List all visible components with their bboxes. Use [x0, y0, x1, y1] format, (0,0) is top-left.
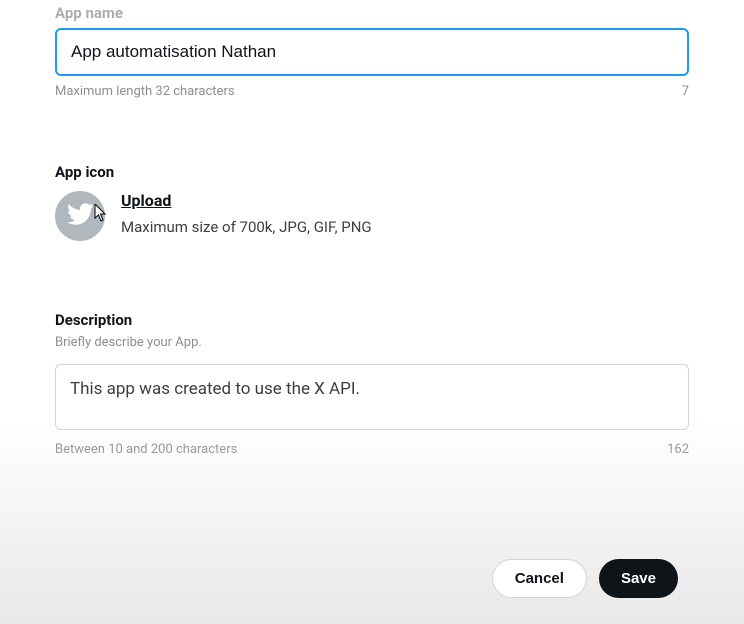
app-name-helper: Maximum length 32 characters	[55, 84, 235, 99]
app-icon-placeholder[interactable]	[55, 191, 105, 241]
save-button[interactable]: Save	[599, 559, 678, 598]
app-icon-label: App icon	[55, 163, 689, 181]
description-helper: Between 10 and 200 characters	[55, 442, 237, 457]
upload-button[interactable]: Upload	[121, 191, 171, 210]
description-label: Description	[55, 311, 689, 329]
description-remaining: 162	[667, 442, 689, 457]
cancel-button[interactable]: Cancel	[492, 559, 587, 598]
upload-hint: Maximum size of 700k, JPG, GIF, PNG	[121, 218, 372, 236]
app-name-remaining: 7	[682, 84, 689, 99]
twitter-bird-icon	[66, 200, 94, 232]
description-input[interactable]	[55, 364, 689, 430]
description-sublabel: Briefly describe your App.	[55, 335, 689, 350]
app-name-label: App name	[55, 4, 689, 22]
app-name-input[interactable]	[55, 28, 689, 76]
